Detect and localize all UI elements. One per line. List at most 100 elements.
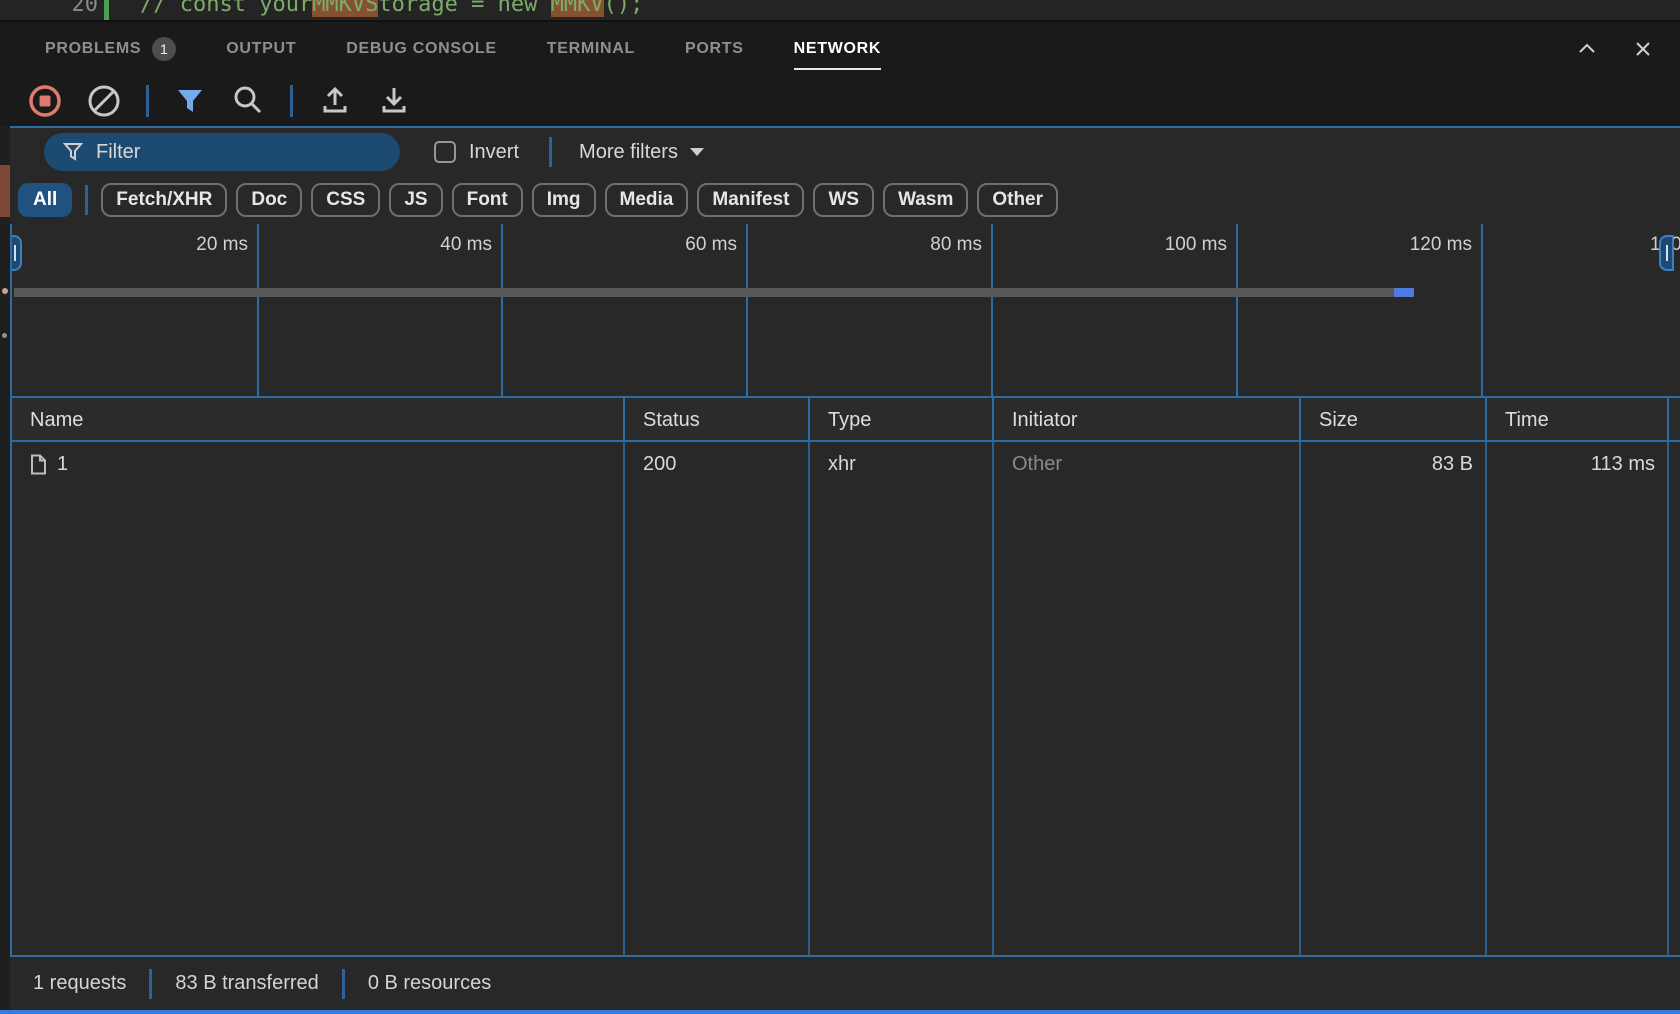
network-panel: Filter Invert More filters All Fetch/XHR… xyxy=(10,126,1680,1010)
type-chip-css[interactable]: CSS xyxy=(311,183,380,217)
chevron-down-icon xyxy=(690,148,704,156)
editor-line-number: 20 xyxy=(58,0,98,22)
panel-tab-bar: PROBLEMS 1 OUTPUT DEBUG CONSOLE TERMINAL… xyxy=(0,22,1680,76)
column-header-time[interactable]: Time xyxy=(1487,398,1669,442)
timeline-left-handle[interactable] xyxy=(10,235,22,271)
timeline-tick-label: 80 ms xyxy=(751,234,991,256)
record-icon[interactable] xyxy=(28,84,62,118)
timeline-overview[interactable]: 20 ms 40 ms 60 ms 80 ms 100 ms 120 ms 14… xyxy=(10,224,1680,398)
editor-code-line: // const yourMMKVStorage = new MMKV(); xyxy=(140,0,643,22)
problems-count-badge: 1 xyxy=(152,37,176,61)
column-divider xyxy=(623,442,625,955)
column-divider xyxy=(1299,442,1301,955)
gutter-dot xyxy=(2,288,8,294)
timeline-tick-label: 60 ms xyxy=(506,234,746,256)
tab-output[interactable]: OUTPUT xyxy=(226,32,296,66)
filter-row: Filter Invert More filters xyxy=(10,128,1680,176)
code-segment: // const your xyxy=(140,0,312,17)
requests-table-body: 1 200 xhr Other 83 B 113 ms xyxy=(10,442,1680,957)
type-chip-font[interactable]: Font xyxy=(452,183,523,217)
import-har-icon[interactable] xyxy=(318,84,352,118)
column-header-name[interactable]: Name xyxy=(12,398,625,442)
handle-grip xyxy=(1666,245,1668,261)
maximize-panel-icon[interactable] xyxy=(1576,38,1598,60)
type-chip-ws[interactable]: WS xyxy=(813,183,874,217)
timeline-gridline xyxy=(1481,224,1483,396)
filter-separator xyxy=(549,137,552,167)
cell-time: 113 ms xyxy=(1487,453,1669,476)
column-header-filler xyxy=(1669,398,1680,442)
type-chip-fetch-xhr[interactable]: Fetch/XHR xyxy=(101,183,227,217)
tab-terminal[interactable]: TERMINAL xyxy=(547,32,635,66)
timeline-tick-label: 40 ms xyxy=(261,234,501,256)
tab-output-label: OUTPUT xyxy=(226,40,296,58)
tab-ports[interactable]: PORTS xyxy=(685,32,744,66)
type-chip-other[interactable]: Other xyxy=(977,183,1058,217)
more-filters-label: More filters xyxy=(579,141,678,164)
type-chip-all[interactable]: All xyxy=(18,183,72,217)
column-divider xyxy=(1485,442,1487,955)
funnel-icon xyxy=(63,142,83,162)
column-header-type[interactable]: Type xyxy=(810,398,994,442)
tab-ports-label: PORTS xyxy=(685,40,744,58)
code-segment-highlight: MMKV xyxy=(551,0,604,17)
timeline-tick-label: 20 ms xyxy=(17,234,257,256)
table-row[interactable]: 1 200 xhr Other 83 B 113 ms xyxy=(12,442,1680,486)
timeline-gridline xyxy=(746,224,748,396)
toolbar-separator xyxy=(290,85,293,117)
cell-status: 200 xyxy=(625,453,810,476)
resources-size: 0 B resources xyxy=(368,972,491,995)
waterfall-overview-bar xyxy=(14,288,1394,297)
cell-initiator: Other xyxy=(994,453,1301,476)
overview-ruler-marker xyxy=(0,165,10,217)
resource-type-filters: All Fetch/XHR Doc CSS JS Font Img Media … xyxy=(10,176,1680,224)
type-chip-media[interactable]: Media xyxy=(605,183,689,217)
cell-name: 1 xyxy=(12,453,625,476)
invert-label: Invert xyxy=(469,141,519,164)
type-chip-doc[interactable]: Doc xyxy=(236,183,302,217)
type-chip-img[interactable]: Img xyxy=(532,183,596,217)
timeline-gridline xyxy=(257,224,259,396)
column-header-status[interactable]: Status xyxy=(625,398,810,442)
type-chip-wasm[interactable]: Wasm xyxy=(883,183,968,217)
tab-network[interactable]: NETWORK xyxy=(794,32,882,66)
editor-sliver: 20 // const yourMMKVStorage = new MMKV()… xyxy=(0,0,1680,22)
filter-icon[interactable] xyxy=(174,85,206,117)
column-header-initiator[interactable]: Initiator xyxy=(994,398,1301,442)
close-panel-icon[interactable] xyxy=(1632,38,1654,60)
filter-input[interactable]: Filter xyxy=(44,133,400,171)
filter-placeholder: Filter xyxy=(96,141,140,164)
column-header-size[interactable]: Size xyxy=(1301,398,1487,442)
requests-table-header: Name Status Type Initiator Size Time xyxy=(10,398,1680,442)
summary-separator xyxy=(149,969,152,999)
tab-problems[interactable]: PROBLEMS 1 xyxy=(45,29,176,69)
column-divider xyxy=(1667,442,1669,955)
code-segment: torage = new xyxy=(378,0,550,17)
invert-checkbox[interactable] xyxy=(434,141,456,163)
timeline-gridline xyxy=(501,224,503,396)
type-chip-manifest[interactable]: Manifest xyxy=(697,183,804,217)
tab-debug-console[interactable]: DEBUG CONSOLE xyxy=(346,32,496,66)
requests-count: 1 requests xyxy=(33,972,126,995)
request-name: 1 xyxy=(57,453,68,476)
timeline-right-handle[interactable] xyxy=(1659,235,1674,271)
search-icon[interactable] xyxy=(231,84,265,118)
code-segment-highlight: MMKVS xyxy=(312,0,378,17)
cell-size: 83 B xyxy=(1301,453,1487,476)
summary-separator xyxy=(342,969,345,999)
network-toolbar xyxy=(0,76,1680,126)
clear-icon[interactable] xyxy=(87,84,121,118)
chip-separator xyxy=(85,185,88,215)
tab-debug-console-label: DEBUG CONSOLE xyxy=(346,40,496,58)
gutter-dot xyxy=(2,333,7,338)
column-divider xyxy=(808,442,810,955)
export-har-icon[interactable] xyxy=(377,84,411,118)
code-segment: (); xyxy=(604,0,644,17)
toolbar-separator xyxy=(146,85,149,117)
type-chip-js[interactable]: JS xyxy=(389,183,442,217)
tab-problems-label: PROBLEMS xyxy=(45,40,141,58)
more-filters-button[interactable]: More filters xyxy=(579,141,704,164)
panel-bottom-border xyxy=(0,1010,1680,1014)
git-modified-indicator xyxy=(104,0,109,22)
cell-type: xhr xyxy=(810,453,994,476)
